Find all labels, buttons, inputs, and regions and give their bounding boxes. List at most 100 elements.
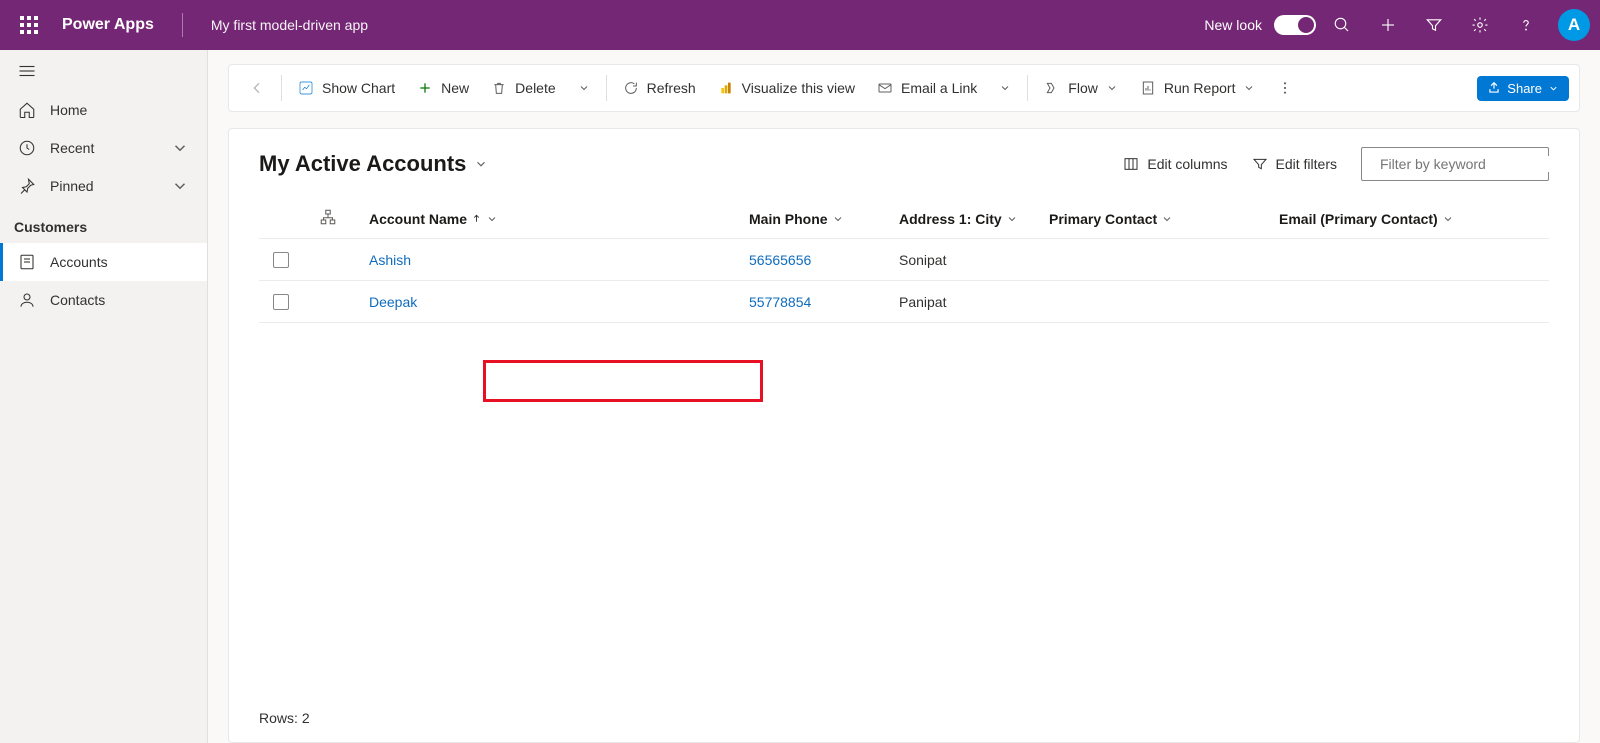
app-launcher-icon[interactable] <box>20 16 38 34</box>
divider <box>182 13 183 37</box>
columns-icon <box>1123 156 1139 172</box>
help-icon[interactable] <box>1506 5 1546 45</box>
cmd-label: Email a Link <box>901 80 977 96</box>
sidebar: Home Recent Pinned Customers Accounts Co… <box>0 50 208 743</box>
email-link-button[interactable]: Email a Link <box>867 74 987 102</box>
user-avatar[interactable]: A <box>1558 9 1590 41</box>
email-icon <box>877 80 893 96</box>
run-report-button[interactable]: Run Report <box>1130 74 1266 102</box>
body: Home Recent Pinned Customers Accounts Co… <box>0 50 1600 743</box>
cell-main-phone[interactable]: 55778854 <box>749 294 899 310</box>
header-left: Power Apps My first model-driven app <box>10 13 368 37</box>
sidebar-item-label: Home <box>50 102 87 118</box>
col-account-name[interactable]: Account Name <box>369 211 749 227</box>
chevron-down-icon <box>486 213 498 225</box>
table-row[interactable]: Deepak 55778854 Panipat <box>259 281 1549 323</box>
new-look-toggle[interactable] <box>1274 15 1316 35</box>
new-button[interactable]: New <box>407 74 479 102</box>
filter-icon[interactable] <box>1414 5 1454 45</box>
edit-filters-button[interactable]: Edit filters <box>1252 156 1337 172</box>
divider <box>606 75 607 101</box>
data-grid: Account Name Main Phone Address 1: City <box>259 199 1549 323</box>
sidebar-collapse-button[interactable] <box>0 56 207 91</box>
clock-icon <box>18 139 36 157</box>
app-header: Power Apps My first model-driven app New… <box>0 0 1600 50</box>
back-button[interactable] <box>239 74 275 102</box>
avatar-initial: A <box>1568 15 1580 35</box>
flow-icon <box>1044 80 1060 96</box>
refresh-icon <box>623 80 639 96</box>
rows-count: 2 <box>302 710 310 726</box>
cmd-label: Flow <box>1068 80 1098 96</box>
content-card: My Active Accounts Edit columns Edit fil… <box>228 128 1580 743</box>
cmd-label: Visualize this view <box>742 80 855 96</box>
pin-icon <box>18 177 36 195</box>
sidebar-item-contacts[interactable]: Contacts <box>0 281 207 319</box>
visualize-button[interactable]: Visualize this view <box>708 74 865 102</box>
cell-account-name[interactable]: Deepak <box>369 294 749 310</box>
main-area: Show Chart New Delete Refresh Visualize … <box>208 50 1600 743</box>
refresh-button[interactable]: Refresh <box>613 74 706 102</box>
home-icon <box>18 101 36 119</box>
rows-label: Rows: <box>259 710 298 726</box>
filter-keyword-box[interactable] <box>1361 147 1549 181</box>
edit-columns-button[interactable]: Edit columns <box>1123 156 1227 172</box>
sidebar-item-accounts[interactable]: Accounts <box>0 243 207 281</box>
share-button[interactable]: Share <box>1477 76 1569 101</box>
annotation-highlight <box>483 360 763 402</box>
col-label: Main Phone <box>749 211 828 227</box>
col-primary-contact[interactable]: Primary Contact <box>1049 211 1279 227</box>
chevron-down-icon <box>1006 213 1018 225</box>
sort-asc-icon <box>471 213 482 224</box>
plus-icon <box>417 80 433 96</box>
new-look-label: New look <box>1204 17 1262 33</box>
funnel-icon <box>1252 156 1268 172</box>
delete-dropdown[interactable] <box>568 76 600 100</box>
brand-title: Power Apps <box>62 16 154 34</box>
row-checkbox[interactable] <box>273 294 289 310</box>
divider <box>281 75 282 101</box>
person-icon <box>18 291 36 309</box>
email-link-dropdown[interactable] <box>989 76 1021 100</box>
col-label: Email (Primary Contact) <box>1279 211 1438 227</box>
col-label: Account Name <box>369 211 467 227</box>
settings-icon[interactable] <box>1460 5 1500 45</box>
add-icon[interactable] <box>1368 5 1408 45</box>
chevron-down-icon <box>1442 213 1454 225</box>
cell-account-name[interactable]: Ashish <box>369 252 749 268</box>
divider <box>1027 75 1028 101</box>
accounts-icon <box>18 253 36 271</box>
cmd-label: Delete <box>515 80 555 96</box>
sidebar-group-customers: Customers <box>0 205 207 243</box>
col-email-primary[interactable]: Email (Primary Contact) <box>1279 211 1509 227</box>
cmd-label: Share <box>1507 81 1542 96</box>
hierarchy-column-icon[interactable] <box>319 208 369 229</box>
table-header: Account Name Main Phone Address 1: City <box>259 199 1549 239</box>
cell-city: Panipat <box>899 294 1049 310</box>
search-icon[interactable] <box>1322 5 1362 45</box>
flow-button[interactable]: Flow <box>1034 74 1128 102</box>
more-commands-button[interactable] <box>1267 74 1303 102</box>
sidebar-item-pinned[interactable]: Pinned <box>0 167 207 205</box>
sidebar-item-recent[interactable]: Recent <box>0 129 207 167</box>
table-row[interactable]: Ashish 56565656 Sonipat <box>259 239 1549 281</box>
col-label: Primary Contact <box>1049 211 1157 227</box>
label: Edit filters <box>1276 156 1337 172</box>
view-selector[interactable]: My Active Accounts <box>259 151 488 177</box>
report-icon <box>1140 80 1156 96</box>
cell-city: Sonipat <box>899 252 1049 268</box>
sidebar-item-home[interactable]: Home <box>0 91 207 129</box>
col-main-phone[interactable]: Main Phone <box>749 211 899 227</box>
cmd-label: Refresh <box>647 80 696 96</box>
col-label: Address 1: City <box>899 211 1002 227</box>
header-right: New look A <box>1204 5 1590 45</box>
col-address-city[interactable]: Address 1: City <box>899 211 1049 227</box>
cell-main-phone[interactable]: 56565656 <box>749 252 899 268</box>
row-checkbox[interactable] <box>273 252 289 268</box>
filter-input[interactable] <box>1380 156 1561 172</box>
chevron-down-icon <box>832 213 844 225</box>
delete-button[interactable]: Delete <box>481 74 565 102</box>
show-chart-button[interactable]: Show Chart <box>288 74 405 102</box>
sidebar-item-label: Pinned <box>50 178 94 194</box>
chart-icon <box>298 80 314 96</box>
